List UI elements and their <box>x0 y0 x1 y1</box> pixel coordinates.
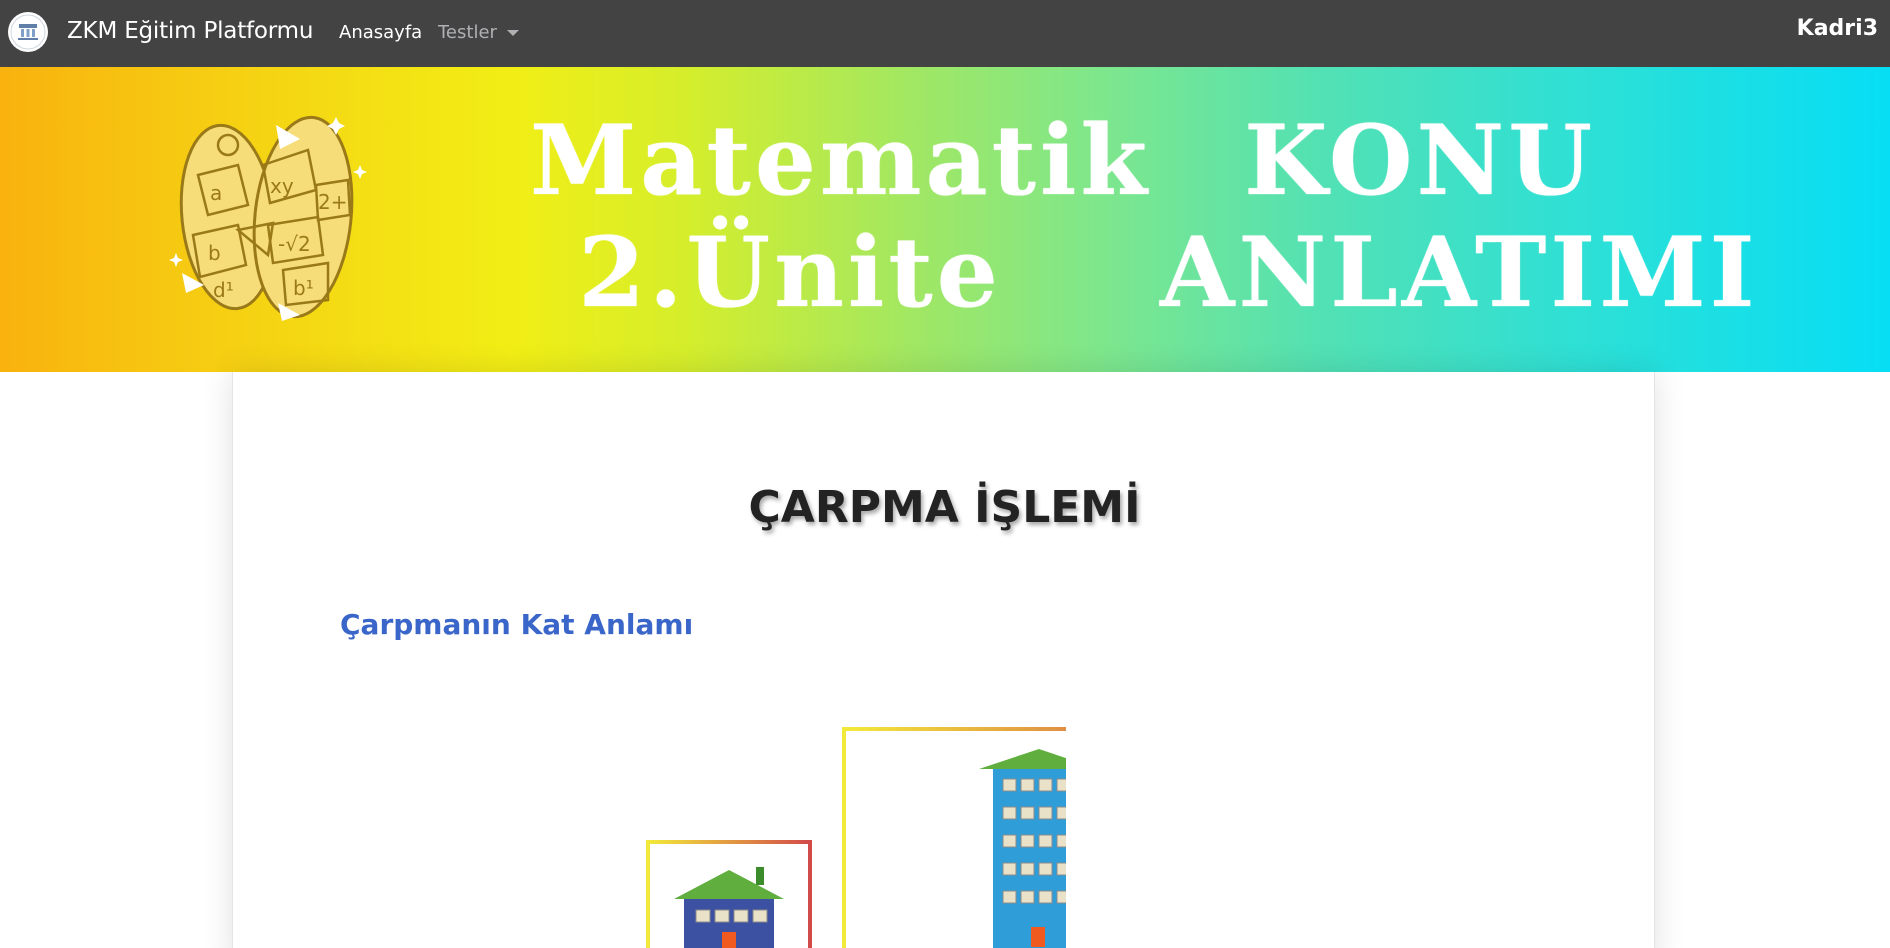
logo-symbol-d1: d¹ <box>213 278 234 302</box>
banner-heading-unit: 2.Ünite <box>578 216 1002 329</box>
page-title: ÇARPMA İŞLEMİ <box>748 482 1141 533</box>
section-heading: Çarpmanın Kat Anlamı <box>340 608 694 641</box>
school-logo-icon[interactable] <box>8 12 48 52</box>
nav-dropdown-tests-label: Testler <box>438 22 497 43</box>
lesson-card: ÇARPMA İŞLEMİ Çarpmanın Kat Anlamı <box>232 372 1655 948</box>
logo-symbol-sqrt: -√2 <box>278 232 311 256</box>
banner-heading-topic: KONU <box>1244 104 1596 217</box>
user-menu[interactable]: Kadri3 <box>1797 16 1878 41</box>
nav-link-home[interactable]: Anasayfa <box>339 22 422 43</box>
logo-symbol-b1: b¹ <box>293 276 314 300</box>
hero-banner: a b xy 2+ -√2 b¹ d¹ Matematik 2.Ünite KO… <box>0 67 1890 372</box>
brand-title[interactable]: ZKM Eğitim Platformu <box>67 18 313 44</box>
top-navbar: ZKM Eğitim Platformu Anasayfa Testler Ka… <box>0 0 1890 67</box>
logo-symbol-a: a <box>210 181 222 205</box>
logo-symbol-b: b <box>208 241 221 265</box>
logo-symbol-2plus: 2+ <box>318 190 347 214</box>
buildings-illustration-icon <box>646 727 1066 948</box>
banner-heading-subject: Matematik <box>530 104 1151 217</box>
banner-heading-lesson: ANLATIMI <box>1160 216 1759 329</box>
math-m-logo-icon: a b xy 2+ -√2 b¹ d¹ <box>169 115 367 321</box>
logo-symbol-xy: xy <box>270 174 294 198</box>
nav-dropdown-tests[interactable]: Testler <box>438 22 519 43</box>
chevron-down-icon <box>506 29 519 36</box>
